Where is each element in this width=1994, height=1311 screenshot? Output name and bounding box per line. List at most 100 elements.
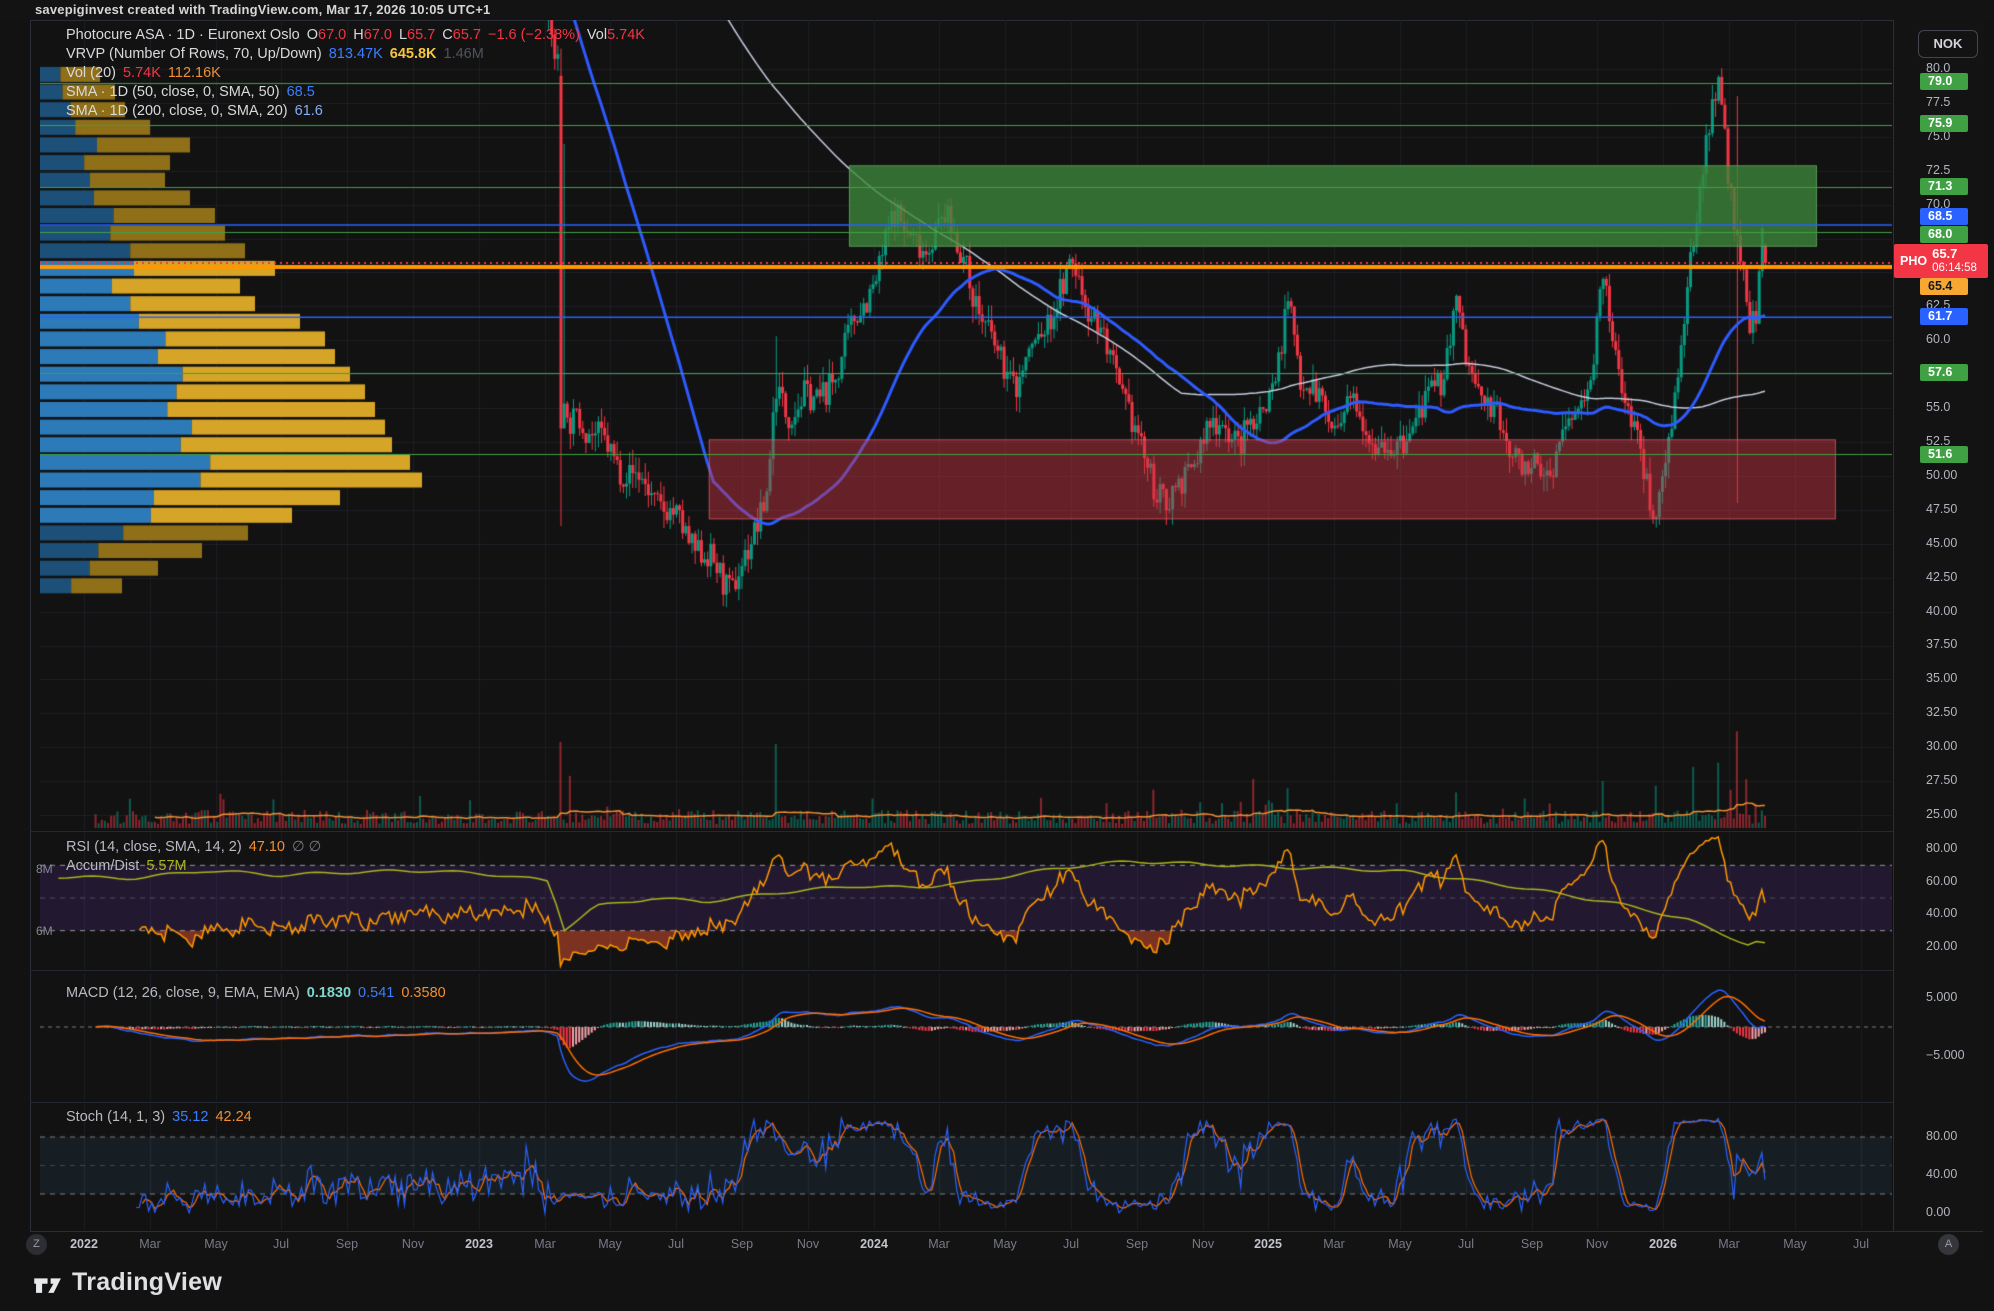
price-axis-tick: 45.00 [1926, 536, 1957, 550]
currency-toggle-button[interactable]: NOK [1918, 30, 1978, 58]
price-axis-tick: 60.0 [1926, 332, 1950, 346]
price-axis-tick: 25.00 [1926, 807, 1957, 821]
vol-current: 5.74K [123, 65, 161, 81]
pane-separator-macd[interactable] [30, 970, 1893, 971]
timezone-button[interactable]: Z [26, 1234, 47, 1255]
last-price-value: 65.7 [1932, 246, 1977, 261]
legend-sma50-row[interactable]: SMA · 1D (50, close, 0, SMA, 50) 68.5 [66, 83, 645, 102]
macd-axis-tick: 5.000 [1926, 990, 1957, 1004]
time-axis-label: Mar [534, 1237, 556, 1251]
price-axis-tick: 32.50 [1926, 705, 1957, 719]
high-value: 67.0 [364, 27, 392, 43]
pane-separator-rsi[interactable] [30, 831, 1893, 832]
legend-macd-row[interactable]: MACD (12, 26, close, 9, EMA, EMA) 0.1830 0… [66, 984, 446, 1003]
macd-hist-value: 0.1830 [307, 985, 351, 1001]
stoch-title[interactable]: Stoch (14, 1, 3) [66, 1109, 165, 1125]
time-axis-label: Nov [1192, 1237, 1214, 1251]
legend-rsi-row[interactable]: RSI (14, close, SMA, 14, 2)47.10∅ ∅ [66, 838, 321, 857]
time-axis-label: Sep [731, 1237, 753, 1251]
vrvp-up-value: 813.47K [329, 46, 383, 62]
price-level-badge: 79.0 [1920, 73, 1968, 90]
time-axis-label: Jul [668, 1237, 684, 1251]
rsi-legend: RSI (14, close, SMA, 14, 2)47.10∅ ∅ Accu… [66, 838, 321, 876]
macd-line-value: 0.541 [358, 985, 394, 1001]
price-level-badge: 71.3 [1920, 178, 1968, 195]
chart-border-left [30, 20, 31, 1258]
time-axis-label: Sep [1126, 1237, 1148, 1251]
stoch-axis-tick: 0.00 [1926, 1205, 1950, 1219]
price-axis-tick: 47.50 [1926, 502, 1957, 516]
open-value: 67.0 [318, 27, 346, 43]
vol-title[interactable]: Vol (20) [66, 65, 116, 81]
pane-separator-stoch[interactable] [30, 1102, 1893, 1103]
vrvp-title[interactable]: VRVP (Number Of Rows, 70, Up/Down) [66, 46, 322, 62]
price-chart-canvas[interactable] [40, 20, 1892, 830]
time-axis-label: Mar [1323, 1237, 1345, 1251]
vrvp-down-value: 645.8K [390, 46, 437, 62]
price-level-badge: 61.7 [1920, 308, 1968, 325]
time-axis-label: 2026 [1649, 1237, 1677, 1251]
time-axis-label: Nov [1586, 1237, 1608, 1251]
price-axis-tick: 30.00 [1926, 739, 1957, 753]
symbol-title[interactable]: Photocure ASA · 1D · Euronext Oslo [66, 27, 300, 43]
legend-vol-row[interactable]: Vol (20) 5.74K 112.16K [66, 64, 645, 83]
change-value: −1.6 (−2.38%) [488, 27, 580, 43]
price-axis-tick: 27.50 [1926, 773, 1957, 787]
low-label: L [399, 27, 407, 43]
time-axis-label: 2023 [465, 1237, 493, 1251]
price-axis-tick: 55.0 [1926, 400, 1950, 414]
time-axis-label: 2024 [860, 1237, 888, 1251]
price-axis-tick: 40.00 [1926, 604, 1957, 618]
attribution-bar: savepiginvest created with TradingView.c… [0, 0, 1994, 20]
legend-stoch-row[interactable]: Stoch (14, 1, 3)35.1242.24 [66, 1108, 252, 1127]
time-axis-label: Jul [273, 1237, 289, 1251]
legend-accdist-row[interactable]: Accum/Dist 5.57M [66, 857, 321, 876]
time-axis-label: Nov [797, 1237, 819, 1251]
vol-value: 5.74K [607, 27, 645, 43]
legend-vrvp-row[interactable]: VRVP (Number Of Rows, 70, Up/Down) 813.47… [66, 45, 645, 64]
stoch-d-value: 42.24 [215, 1109, 251, 1125]
time-axis-label: Sep [336, 1237, 358, 1251]
close-label: C [442, 27, 452, 43]
price-axis-tick: 37.50 [1926, 637, 1957, 651]
close-value: 65.7 [453, 27, 481, 43]
sma200-title[interactable]: SMA · 1D (200, close, 0, SMA, 20) [66, 103, 288, 119]
price-level-badge: 65.4 [1920, 278, 1968, 295]
attribution-text: savepiginvest created with TradingView.c… [35, 2, 490, 17]
price-axis-tick: 42.50 [1926, 570, 1957, 584]
macd-legend: MACD (12, 26, close, 9, EMA, EMA) 0.1830 0… [66, 984, 446, 1003]
rsi-axis-tick: 40.00 [1926, 906, 1957, 920]
adjust-button[interactable]: A [1938, 1234, 1959, 1255]
low-value: 65.7 [407, 27, 435, 43]
stoch-legend: Stoch (14, 1, 3)35.1242.24 [66, 1108, 252, 1127]
time-axis-label: 2025 [1254, 1237, 1282, 1251]
time-axis-label: 2022 [70, 1237, 98, 1251]
price-axis-tick: 35.00 [1926, 671, 1957, 685]
accdist-scale-label: 6M [36, 924, 53, 938]
tradingview-logo-icon[interactable] [33, 1270, 67, 1300]
accdist-title[interactable]: Accum/Dist [66, 858, 139, 874]
vol-ma-value: 112.16K [168, 65, 221, 81]
price-level-badge: 68.0 [1920, 226, 1968, 243]
rsi-value: 47.10 [249, 839, 285, 855]
macd-axis-tick: −5.000 [1926, 1048, 1965, 1062]
sma50-title[interactable]: SMA · 1D (50, close, 0, SMA, 50) [66, 84, 280, 100]
time-axis-label: May [1783, 1237, 1807, 1251]
time-axis-label: Jul [1853, 1237, 1869, 1251]
stoch-pane-canvas[interactable] [40, 1105, 1892, 1230]
price-level-badge: 68.5 [1920, 208, 1968, 225]
bar-countdown: 06:14:58 [1932, 261, 1977, 276]
macd-title[interactable]: MACD (12, 26, close, 9, EMA, EMA) [66, 985, 300, 1001]
last-price-badge: PHO 65.7 06:14:58 [1894, 244, 1988, 278]
stoch-axis-tick: 80.00 [1926, 1129, 1957, 1143]
ticker-label: PHO [1894, 254, 1932, 268]
sma50-value: 68.5 [287, 84, 315, 100]
vol-label: Vol [587, 27, 607, 43]
legend-sma200-row[interactable]: SMA · 1D (200, close, 0, SMA, 20) 61.6 [66, 102, 645, 121]
time-axis-label: May [1388, 1237, 1412, 1251]
rsi-title[interactable]: RSI (14, close, SMA, 14, 2) [66, 839, 242, 855]
accdist-value: 5.57M [146, 858, 186, 874]
legend-symbol-row[interactable]: Photocure ASA · 1D · Euronext OsloO67.0H… [66, 26, 645, 45]
tradingview-logo-text[interactable]: TradingView [72, 1268, 222, 1297]
sma200-value: 61.6 [295, 103, 323, 119]
